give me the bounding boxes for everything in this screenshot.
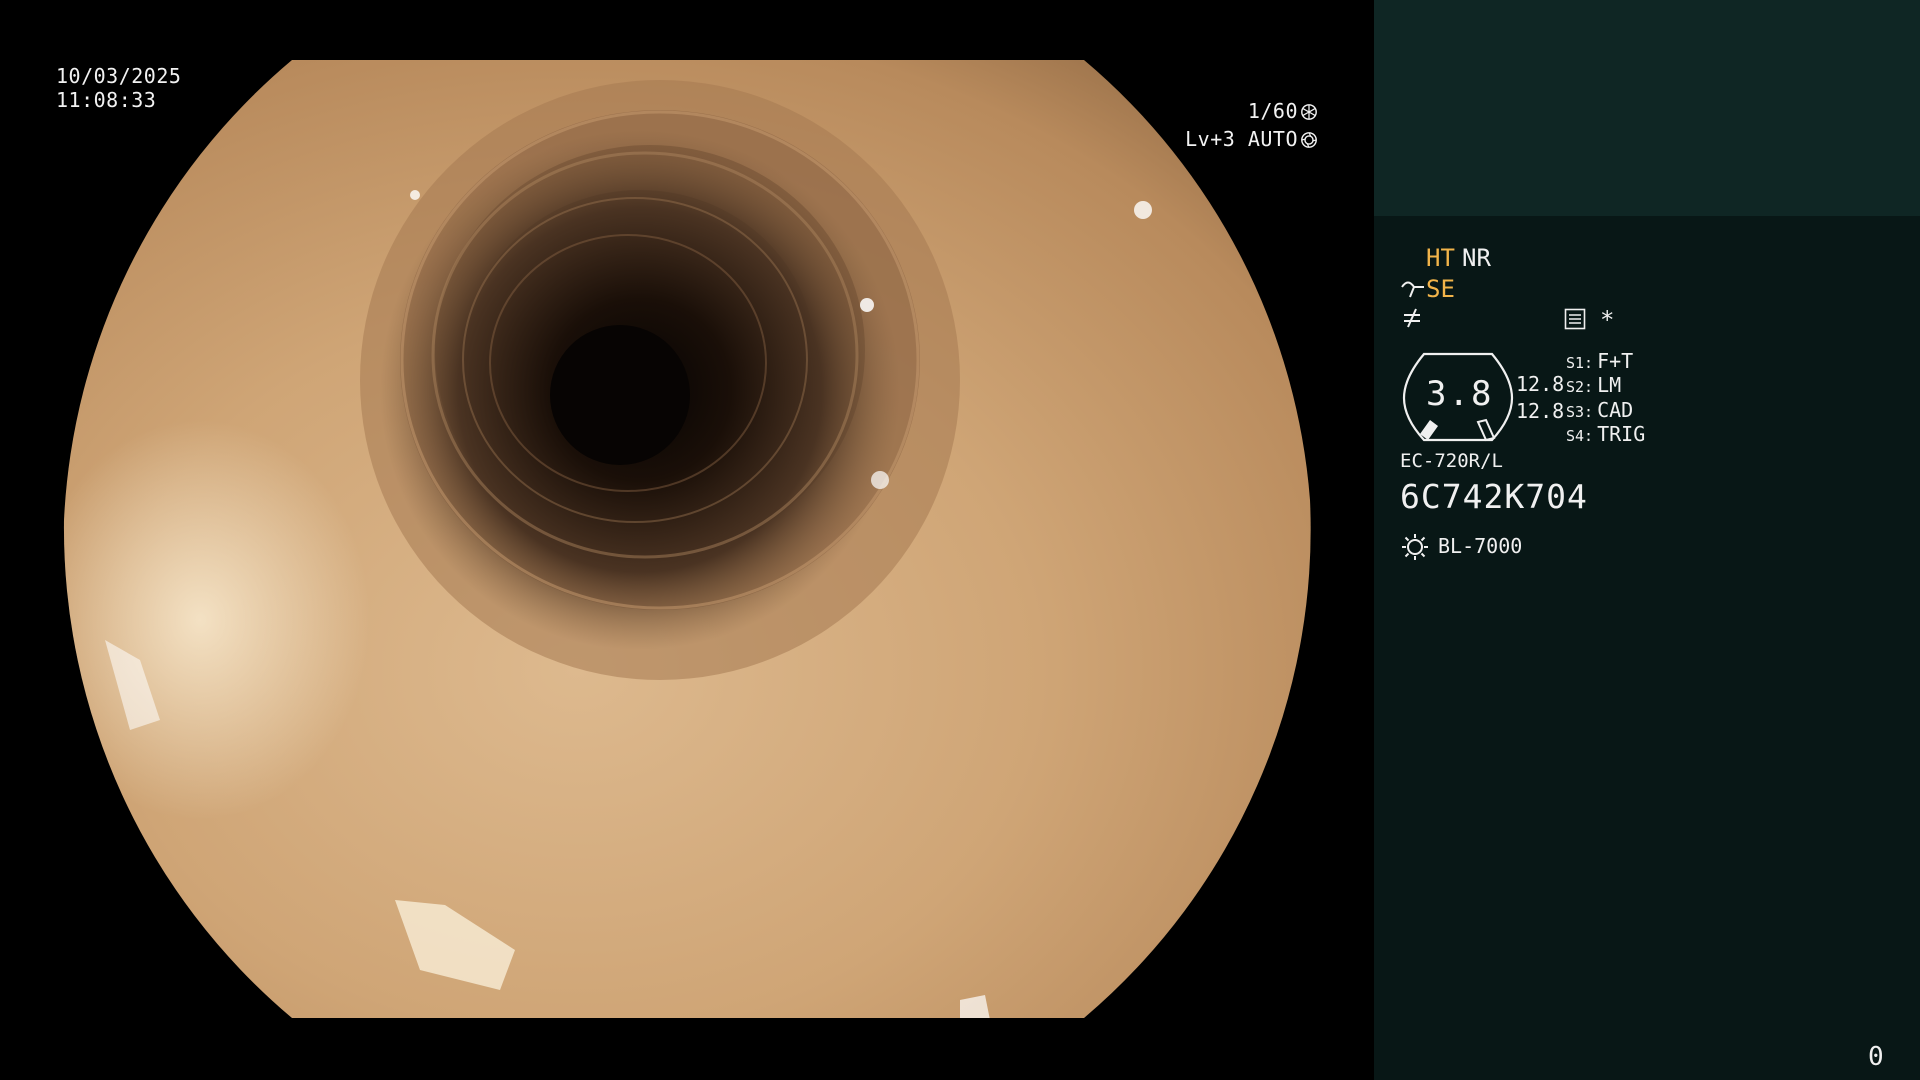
endoscope-video-area: 10/03/2025 11:08:33 1/60 Lv+3 AUTO [0, 0, 1374, 1080]
light-bulb-icon [1402, 534, 1428, 560]
hue-tone-indicator: HT [1426, 244, 1455, 272]
light-source-model: BL-7000 [1438, 534, 1523, 558]
aperture-icon [1301, 104, 1317, 120]
endoscopic-image [63, 60, 1311, 1018]
switch-3-key: S3: [1566, 403, 1594, 421]
mark-indicator: * [1600, 306, 1615, 334]
level-readout-a: 12.8 [1516, 372, 1565, 396]
processor-info-panel: HT NR SE * 3.8 12.8 12.8 S1: F+T S2: LM S3… [1374, 0, 1920, 1080]
iris-icon [1301, 132, 1317, 148]
exam-time: 11:08:33 [56, 88, 157, 112]
image-counter: 0 [1868, 1042, 1884, 1072]
scope-model: EC-720R/L [1400, 450, 1503, 472]
switch-1-assignment: S1: F+T [1566, 349, 1633, 373]
switch-4-value: TRIG [1597, 422, 1646, 446]
scope-serial-number: 6C742K704 [1400, 477, 1588, 516]
switch-1-value: F+T [1597, 349, 1634, 373]
shutter-speed-value: 1/60 [1247, 99, 1298, 123]
switch-1-key: S1: [1566, 354, 1594, 372]
switch-2-value: LM [1597, 373, 1622, 397]
structure-enhancement-indicator: SE [1426, 275, 1455, 303]
noise-reduction-indicator: NR [1462, 244, 1491, 272]
switch-2-assignment: S2: LM [1566, 373, 1621, 397]
exam-date: 10/03/2025 [56, 64, 182, 88]
shutter-speed-readout: 1/60 [1248, 99, 1318, 123]
panel-header-area [1374, 0, 1920, 216]
switch-2-key: S2: [1566, 378, 1594, 396]
switch-4-assignment: S4: TRIG [1566, 422, 1645, 446]
switch-3-assignment: S3: CAD [1566, 398, 1633, 422]
gauge-value: 3.8 [1426, 374, 1494, 414]
structure-enhance-icon [1401, 281, 1424, 298]
iris-mode-value: Lv+3 AUTO [1185, 127, 1298, 151]
iris-mode-readout: Lv+3 AUTO [1185, 127, 1318, 151]
level-readout-b: 12.8 [1516, 399, 1565, 423]
menu-list-icon [1564, 308, 1586, 330]
endoscopy-screen: 10/03/2025 11:08:33 1/60 Lv+3 AUTO HT NR… [0, 0, 1920, 1080]
switch-3-value: CAD [1597, 398, 1634, 422]
switch-4-key: S4: [1566, 427, 1594, 445]
not-equal-icon [1404, 308, 1420, 328]
